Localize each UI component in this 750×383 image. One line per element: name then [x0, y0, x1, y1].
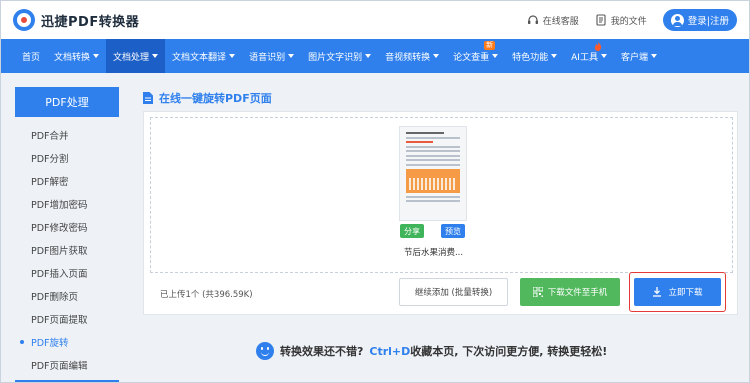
- brand-logo[interactable]: 迅捷PDF转换器: [13, 9, 139, 31]
- nav-label: 文档处理: [113, 52, 150, 63]
- nav-item-translate[interactable]: 文档文本翻译: [165, 39, 242, 73]
- nav-item-client[interactable]: 客户端: [614, 39, 664, 73]
- tip-shortcut: Ctrl+D: [369, 344, 411, 358]
- nav-label: 文档文本翻译: [172, 52, 227, 63]
- download-now-label: 立即下载: [668, 288, 703, 298]
- chevron-down-icon: [551, 54, 558, 58]
- sidebar-item-change-password[interactable]: PDF修改密码: [15, 215, 119, 238]
- headset-icon: [527, 15, 538, 24]
- nav-label: 首页: [22, 52, 41, 63]
- logo-icon: [13, 9, 35, 31]
- continue-add-button[interactable]: 继续添加 (批量转换): [399, 278, 508, 306]
- sidebar-item-extract-page[interactable]: PDF页面提取: [15, 307, 119, 330]
- thumbnail-line: [406, 141, 433, 143]
- my-files-link[interactable]: 我的文件: [595, 14, 647, 27]
- bookmark-tip: 转换效果还不错? Ctrl+D 收藏本页, 下次访问更方便, 转换更轻松!: [256, 342, 607, 360]
- sidebar: PDF处理 PDF合并 PDF分割 PDF解密 PDF增加密码 PDF修改密码 …: [15, 87, 119, 382]
- nav-item-speech[interactable]: 语音识别: [242, 39, 301, 73]
- sidebar-item-extract-images[interactable]: PDF图片获取: [15, 238, 119, 261]
- nav-label: 语音识别: [249, 52, 286, 63]
- thumbnail-line: [406, 150, 460, 152]
- sidebar-item-insert-page[interactable]: PDF插入页面: [15, 261, 119, 284]
- top-actions: 在线客服 我的文件 登录|注册: [527, 9, 737, 31]
- file-name: 节后水果消费...: [403, 248, 464, 258]
- sidebar-item-decrypt[interactable]: PDF解密: [15, 169, 119, 192]
- nav-item-doc-convert[interactable]: 文档转换: [47, 39, 106, 73]
- download-to-phone-label: 下载文件至手机: [547, 288, 608, 298]
- customer-service-link[interactable]: 在线客服: [527, 14, 579, 27]
- nav-label: 特色功能: [512, 52, 549, 63]
- chevron-down-icon: [152, 54, 159, 58]
- nav-label: 图片文字识别: [308, 52, 363, 63]
- nav-label: 文档转换: [54, 52, 91, 63]
- login-button[interactable]: 登录|注册: [662, 9, 737, 31]
- page-title: 在线一键旋转PDF页面: [143, 90, 272, 106]
- upload-info: 已上传1个 (共396.59K): [160, 290, 253, 300]
- chevron-down-icon: [650, 54, 657, 58]
- conversion-panel: 分享 预览 节后水果消费... 已上传1个 (共396.59K) 继续添加 (批…: [143, 111, 738, 315]
- thumbnail-line: [406, 145, 460, 148]
- thumbnail-line: [406, 159, 460, 161]
- sidebar-item-split[interactable]: PDF分割: [15, 146, 119, 169]
- continue-add-label: 继续添加 (批量转换): [414, 288, 493, 298]
- page-title-text: 在线一键旋转PDF页面: [159, 92, 272, 105]
- login-label: 登录|注册: [687, 16, 729, 27]
- sidebar-list: PDF合并 PDF分割 PDF解密 PDF增加密码 PDF修改密码 PDF图片获…: [15, 117, 119, 382]
- nav-label: 客户端: [620, 52, 648, 63]
- sidebar-item-merge[interactable]: PDF合并: [15, 123, 119, 146]
- nav-label: AI工具: [571, 52, 598, 63]
- tip-text-after: 收藏本页, 下次访问更方便, 转换更轻松!: [410, 345, 608, 358]
- thumbnail-line: [406, 163, 460, 166]
- chevron-down-icon: [288, 54, 295, 58]
- file-icon: [143, 92, 153, 104]
- thumbnail-line: [406, 132, 444, 134]
- nav-item-av-convert[interactable]: 音视频转换: [378, 39, 446, 73]
- thumbnail-line: [406, 195, 460, 198]
- file-dropzone[interactable]: 分享 预览 节后水果消费...: [150, 117, 733, 273]
- file-thumbnail[interactable]: [399, 126, 467, 221]
- share-button[interactable]: 分享: [400, 224, 424, 238]
- nav-label: 音视频转换: [385, 52, 431, 63]
- top-bar: 迅捷PDF转换器 在线客服 我的文件 登录|注册: [1, 1, 749, 39]
- chevron-down-icon: [600, 54, 607, 58]
- document-icon: [596, 14, 606, 26]
- nav-item-features[interactable]: 特色功能: [505, 39, 564, 73]
- brand-name: 迅捷PDF转换器: [41, 14, 140, 30]
- smile-icon: [256, 342, 274, 360]
- main-nav: 首页 文档转换 文档处理 文档文本翻译 语音识别 图片文字识别 音视频转换 新论…: [1, 39, 749, 73]
- page: 迅捷PDF转换器 在线客服 我的文件 登录|注册 首页 文档转换 文档处理 文档…: [0, 0, 750, 383]
- thumbnail-line: [406, 136, 460, 139]
- user-icon: [670, 13, 684, 27]
- preview-button[interactable]: 预览: [441, 224, 465, 238]
- thumbnail-line: [406, 200, 460, 202]
- sidebar-item-edit-page[interactable]: PDF页面编辑: [15, 353, 119, 376]
- sidebar-title: PDF处理: [15, 87, 119, 117]
- download-icon: [653, 287, 662, 297]
- qr-code-icon: [532, 287, 543, 297]
- nav-item-home[interactable]: 首页: [15, 39, 47, 73]
- download-to-phone-button[interactable]: 下载文件至手机: [520, 278, 620, 306]
- chevron-down-icon: [93, 54, 100, 58]
- sidebar-item-delete-page[interactable]: PDF删除页: [15, 284, 119, 307]
- chevron-down-icon: [433, 54, 440, 58]
- nav-item-ai-tools[interactable]: AI工具: [564, 39, 614, 73]
- nav-item-plagiarism[interactable]: 新论文查重: [446, 39, 505, 73]
- chevron-down-icon: [365, 54, 372, 58]
- tip-text-before: 转换效果还不错?: [280, 345, 364, 358]
- chevron-down-icon: [229, 54, 236, 58]
- thumbnail-line: [406, 154, 460, 157]
- flame-icon: [595, 41, 602, 51]
- sidebar-item-rotate[interactable]: PDF旋转: [15, 330, 119, 353]
- nav-item-doc-process[interactable]: 文档处理: [106, 39, 166, 73]
- new-badge: 新: [484, 41, 496, 50]
- customer-service-label: 在线客服: [542, 16, 579, 27]
- download-now-button[interactable]: 立即下载: [634, 278, 721, 306]
- nav-label: 论文查重: [453, 52, 490, 63]
- nav-item-ocr[interactable]: 图片文字识别: [301, 39, 378, 73]
- chevron-down-icon: [492, 54, 499, 58]
- sidebar-item-add-password[interactable]: PDF增加密码: [15, 192, 119, 215]
- thumbnail-chart: [406, 168, 460, 193]
- my-files-label: 我的文件: [610, 16, 647, 27]
